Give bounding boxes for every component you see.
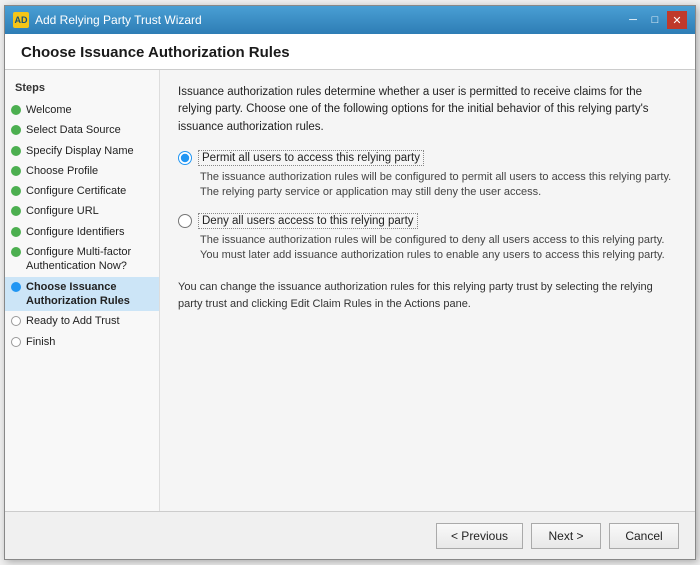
window-title: Add Relying Party Trust Wizard — [35, 13, 202, 27]
option2-block: Deny all users access to this relying pa… — [178, 213, 677, 264]
step-dot-choose-profile — [11, 166, 21, 176]
title-controls: ─ □ ✕ — [623, 11, 687, 29]
option1-radio[interactable] — [178, 151, 192, 165]
maximize-button[interactable]: □ — [645, 11, 665, 29]
step-dot-ready-to-add — [11, 316, 21, 326]
option2-radio[interactable] — [178, 214, 192, 228]
cancel-button[interactable]: Cancel — [609, 523, 679, 549]
option1-row: Permit all users to access this relying … — [178, 150, 677, 166]
step-label-welcome: Welcome — [26, 103, 72, 117]
page-title: Choose Issuance Authorization Rules — [21, 44, 679, 61]
sidebar-item-ready-to-add[interactable]: Ready to Add Trust — [5, 311, 159, 331]
step-dot-select-data-source — [11, 125, 21, 135]
step-dot-configure-identifiers — [11, 227, 21, 237]
option1-block: Permit all users to access this relying … — [178, 150, 677, 201]
next-button[interactable]: Next > — [531, 523, 601, 549]
step-dot-specify-display-name — [11, 146, 21, 156]
step-label-configure-identifiers: Configure Identifiers — [26, 225, 124, 239]
sidebar-item-configure-identifiers[interactable]: Configure Identifiers — [5, 222, 159, 242]
sidebar-item-specify-display-name[interactable]: Specify Display Name — [5, 141, 159, 161]
note-text: You can change the issuance authorizatio… — [178, 279, 677, 312]
sidebar: Steps Welcome Select Data Source Specify D… — [5, 70, 160, 511]
step-dot-configure-certificate — [11, 186, 21, 196]
step-dot-finish — [11, 337, 21, 347]
steps-label: Steps — [5, 78, 159, 100]
sidebar-item-configure-mfa[interactable]: Configure Multi-factor Authentication No… — [5, 242, 159, 277]
option2-description: The issuance authorization rules will be… — [200, 233, 677, 264]
app-icon: AD — [13, 12, 29, 28]
main-content: Issuance authorization rules determine w… — [160, 70, 695, 511]
step-label-select-data-source: Select Data Source — [26, 123, 121, 137]
step-label-configure-mfa: Configure Multi-factor Authentication No… — [26, 245, 151, 274]
step-label-configure-certificate: Configure Certificate — [26, 184, 126, 198]
step-dot-configure-mfa — [11, 247, 21, 257]
sidebar-item-finish[interactable]: Finish — [5, 332, 159, 352]
step-dot-welcome — [11, 105, 21, 115]
sidebar-item-welcome[interactable]: Welcome — [5, 100, 159, 120]
step-label-choose-profile: Choose Profile — [26, 164, 98, 178]
option1-label[interactable]: Permit all users to access this relying … — [198, 150, 424, 166]
step-label-configure-url: Configure URL — [26, 204, 99, 218]
close-button[interactable]: ✕ — [667, 11, 687, 29]
sidebar-item-choose-issuance[interactable]: Choose Issuance Authorization Rules — [5, 277, 159, 312]
main-description: Issuance authorization rules determine w… — [178, 84, 677, 136]
title-bar: AD Add Relying Party Trust Wizard ─ □ ✕ — [5, 6, 695, 34]
previous-button[interactable]: < Previous — [436, 523, 523, 549]
minimize-button[interactable]: ─ — [623, 11, 643, 29]
step-label-choose-issuance: Choose Issuance Authorization Rules — [26, 280, 151, 309]
sidebar-item-configure-certificate[interactable]: Configure Certificate — [5, 181, 159, 201]
content-area: Steps Welcome Select Data Source Specify D… — [5, 70, 695, 511]
step-label-finish: Finish — [26, 335, 55, 349]
sidebar-item-choose-profile[interactable]: Choose Profile — [5, 161, 159, 181]
sidebar-item-configure-url[interactable]: Configure URL — [5, 201, 159, 221]
step-dot-configure-url — [11, 206, 21, 216]
sidebar-item-select-data-source[interactable]: Select Data Source — [5, 120, 159, 140]
title-bar-left: AD Add Relying Party Trust Wizard — [13, 12, 202, 28]
step-label-specify-display-name: Specify Display Name — [26, 144, 134, 158]
page-header: Choose Issuance Authorization Rules — [5, 34, 695, 70]
footer: < Previous Next > Cancel — [5, 511, 695, 559]
main-window: AD Add Relying Party Trust Wizard ─ □ ✕ … — [4, 5, 696, 560]
option2-label[interactable]: Deny all users access to this relying pa… — [198, 213, 418, 229]
option2-row: Deny all users access to this relying pa… — [178, 213, 677, 229]
option1-description: The issuance authorization rules will be… — [200, 170, 677, 201]
step-dot-choose-issuance — [11, 282, 21, 292]
step-label-ready-to-add: Ready to Add Trust — [26, 314, 120, 328]
